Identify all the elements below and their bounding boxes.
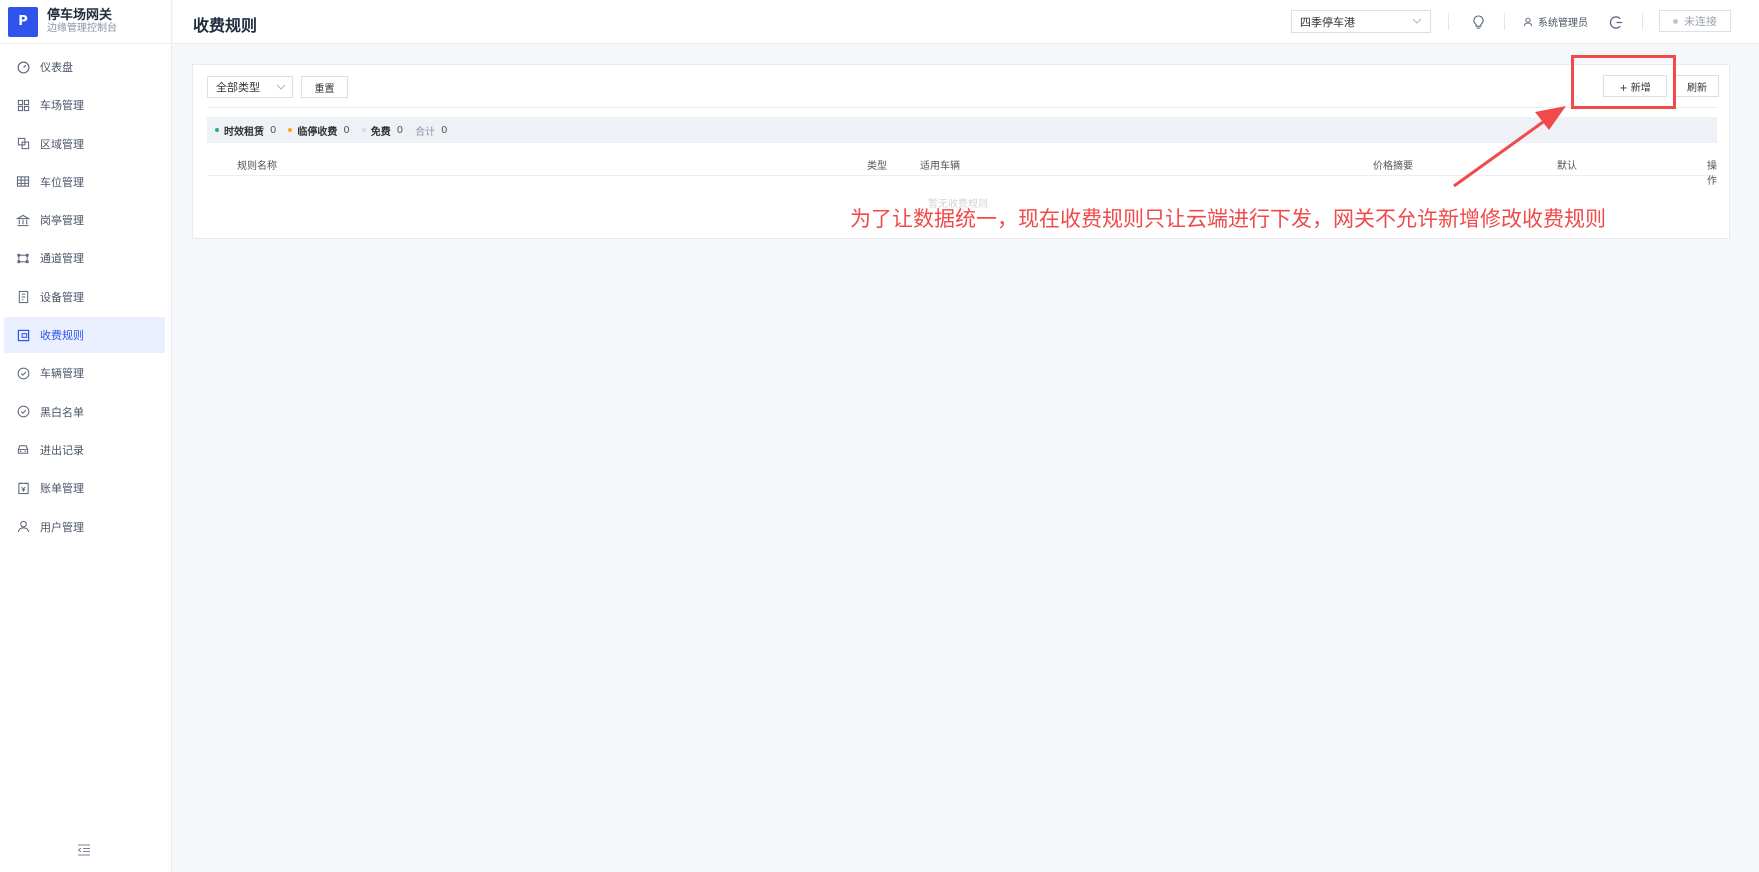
annotation-text: 为了让数据统一，现在收费规则只让云端进行下发，网关不允许新增修改收费规则 <box>850 207 1606 231</box>
annotation-arrow-icon <box>1453 106 1566 188</box>
